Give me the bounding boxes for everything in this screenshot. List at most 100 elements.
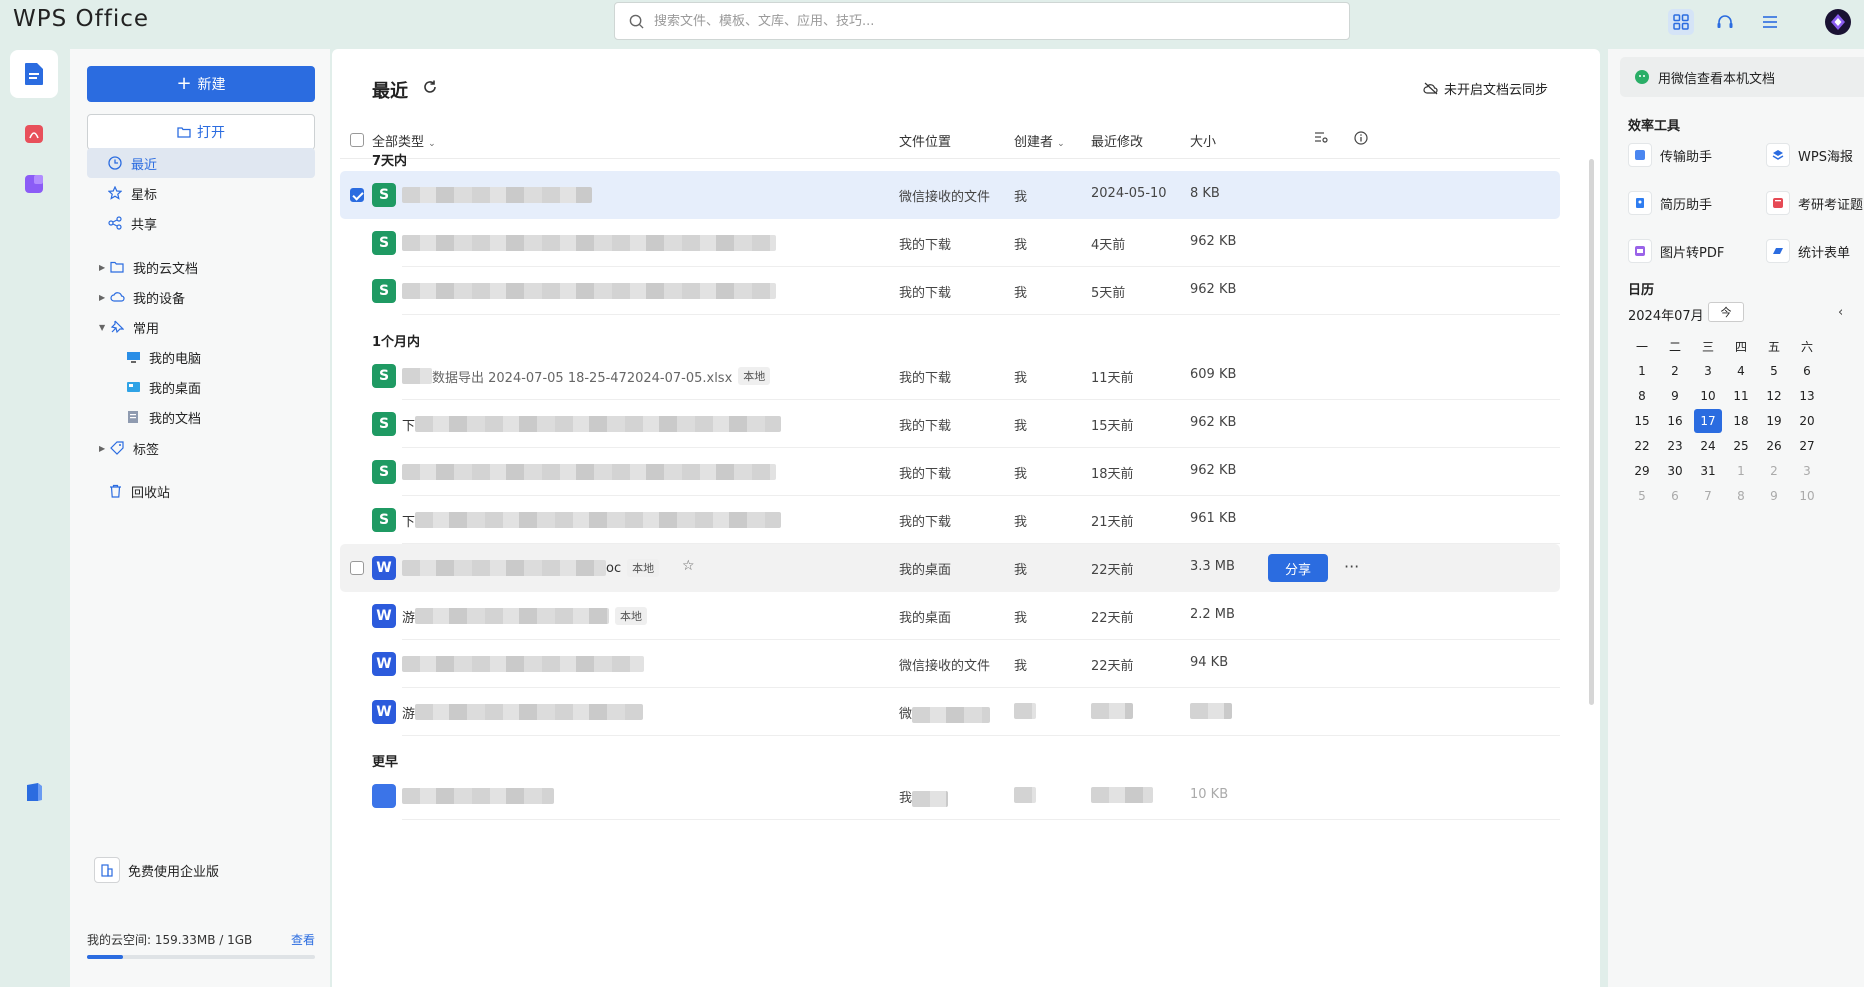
tool-resume[interactable]: 简历助手 [1628, 191, 1712, 215]
sidebar-item-starred[interactable]: 星标 [87, 178, 315, 208]
cloud-sync-status[interactable]: 未开启文档云同步 [1423, 79, 1548, 98]
table-row[interactable]: S 数据导出 2024-07-05 18-25-472024-07-05.xls… [340, 352, 1560, 400]
search-input[interactable] [654, 13, 1349, 29]
headset-icon[interactable] [1712, 9, 1738, 35]
info-icon[interactable] [1354, 131, 1368, 149]
sidebar-item-shared[interactable]: 共享 [87, 208, 315, 238]
star-icon[interactable]: ☆ [682, 558, 695, 574]
calendar-day[interactable]: 23 [1661, 434, 1689, 458]
type-filter-dropdown[interactable]: 全部类型 ⌄ [372, 131, 436, 150]
refresh-icon[interactable] [422, 79, 438, 100]
sidebar-item-tags[interactable]: ▶ 标签 [87, 433, 315, 463]
search-box[interactable] [614, 2, 1350, 40]
tool-exam[interactable]: 考研考证题 [1766, 191, 1863, 215]
calendar-day[interactable]: 13 [1793, 384, 1821, 408]
calendar-day[interactable]: 22 [1628, 434, 1656, 458]
calendar-day[interactable]: 15 [1628, 409, 1656, 433]
sidebar-item-my-computer[interactable]: 我的电脑 [87, 342, 315, 372]
calendar-day[interactable]: 5 [1760, 359, 1788, 383]
sidebar-item-trash[interactable]: 回收站 [87, 476, 315, 506]
calendar-day[interactable]: 6 [1793, 359, 1821, 383]
table-row[interactable]: S 微信接收的文件 我 2024-05-10 8 KB [340, 171, 1560, 219]
new-button[interactable]: + 新建 [87, 66, 315, 102]
calendar-day[interactable]: 2 [1760, 459, 1788, 483]
calendar-day[interactable]: 3 [1793, 459, 1821, 483]
share-button[interactable]: 分享 [1268, 554, 1328, 582]
sidebar-item-cloud-docs[interactable]: ▶ 我的云文档 [87, 252, 315, 282]
open-button[interactable]: 打开 [87, 114, 315, 150]
calendar-day[interactable]: 3 [1694, 359, 1722, 383]
calendar-day[interactable]: 18 [1727, 409, 1755, 433]
menu-icon[interactable] [1757, 9, 1783, 35]
sidebar-item-devices[interactable]: ▶ 我的设备 [87, 282, 315, 312]
table-row[interactable]: W 游 微 [340, 688, 1560, 736]
select-all-checkbox[interactable] [350, 133, 364, 147]
calendar-day[interactable]: 20 [1793, 409, 1821, 433]
calendar-day[interactable]: 10 [1694, 384, 1722, 408]
table-row[interactable]: W 游 本地 我的桌面 我 22天前 2.2 MB [340, 592, 1560, 640]
wechat-view-button[interactable]: 用微信查看本机文档 [1620, 57, 1864, 97]
table-row[interactable]: 我 10 KB [340, 772, 1560, 820]
more-options-icon[interactable]: ··· [1344, 557, 1359, 576]
calendar-day[interactable]: 1 [1727, 459, 1755, 483]
table-row[interactable]: W 微信接收的文件 我 22天前 94 KB [340, 640, 1560, 688]
enterprise-button[interactable]: 免费使用企业版 [94, 857, 219, 883]
calendar-day[interactable]: 27 [1793, 434, 1821, 458]
sidebar-item-documents[interactable]: 我的文档 [87, 402, 315, 432]
calendar-day[interactable]: 5 [1628, 484, 1656, 508]
calendar-day[interactable]: 12 [1760, 384, 1788, 408]
calendar-day[interactable]: 4 [1727, 359, 1755, 383]
calendar-day[interactable]: 1 [1628, 359, 1656, 383]
calendar-day[interactable]: 10 [1793, 484, 1821, 508]
column-size[interactable]: 大小 [1190, 131, 1216, 150]
expand-arrow-icon[interactable]: ▶ [99, 444, 105, 453]
grid-apps-icon[interactable] [1668, 9, 1694, 35]
tool-form[interactable]: 统计表单 [1766, 239, 1850, 263]
calendar-day[interactable]: 11 [1727, 384, 1755, 408]
avatar[interactable] [1825, 9, 1851, 35]
calendar-day[interactable]: 17 [1694, 409, 1722, 433]
calendar-day[interactable]: 16 [1661, 409, 1689, 433]
rail-docs-button[interactable] [10, 50, 58, 98]
row-checkbox[interactable] [350, 561, 364, 575]
tool-transfer[interactable]: 传输助手 [1628, 143, 1712, 167]
creator-filter-dropdown[interactable]: 创建者 ⌄ [1014, 131, 1065, 150]
rail-apps-button[interactable] [10, 160, 58, 208]
calendar-day[interactable]: 9 [1760, 484, 1788, 508]
scrollbar[interactable] [1589, 159, 1594, 705]
calendar-day[interactable]: 26 [1760, 434, 1788, 458]
calendar-day[interactable]: 7 [1694, 484, 1722, 508]
row-checkbox[interactable] [350, 188, 364, 202]
column-modified[interactable]: 最近修改 [1091, 131, 1143, 150]
calendar-day[interactable]: 2 [1661, 359, 1689, 383]
tool-image-to-pdf[interactable]: 图片转PDF [1628, 239, 1724, 263]
calendar-day[interactable]: 19 [1760, 409, 1788, 433]
table-row[interactable]: S 我的下载 我 5天前 962 KB [340, 267, 1560, 315]
storage-view-link[interactable]: 查看 [291, 931, 315, 948]
calendar-day[interactable]: 6 [1661, 484, 1689, 508]
calendar-day[interactable]: 31 [1694, 459, 1722, 483]
table-row[interactable]: S 下 我的下载 我 15天前 962 KB [340, 400, 1560, 448]
calendar-day[interactable]: 9 [1661, 384, 1689, 408]
expand-arrow-icon[interactable]: ▶ [99, 293, 105, 302]
chevron-left-icon[interactable]: ‹ [1838, 305, 1843, 320]
calendar-day[interactable]: 8 [1727, 484, 1755, 508]
rail-bottom-button[interactable] [10, 768, 58, 816]
table-row[interactable]: S 我的下载 我 4天前 962 KB [340, 219, 1560, 267]
calendar-day[interactable]: 8 [1628, 384, 1656, 408]
calendar-day[interactable]: 29 [1628, 459, 1656, 483]
calendar-day[interactable]: 30 [1661, 459, 1689, 483]
rail-pdf-button[interactable] [10, 110, 58, 158]
sidebar-item-common[interactable]: ▼ 常用 [87, 312, 315, 342]
table-row[interactable]: S 下 我的下载 我 21天前 961 KB [340, 496, 1560, 544]
table-row[interactable]: W oc 本地 ☆ 我的桌面 我 22天前 3.3 MB 分享 ··· [340, 544, 1560, 592]
sidebar-item-recent[interactable]: 最近 [87, 148, 315, 178]
calendar-day[interactable]: 25 [1727, 434, 1755, 458]
expand-arrow-icon[interactable]: ▶ [99, 263, 105, 272]
tool-poster[interactable]: WPS海报 [1766, 143, 1853, 167]
collapse-arrow-icon[interactable]: ▼ [99, 323, 105, 332]
view-settings-icon[interactable] [1314, 131, 1328, 147]
calendar-day[interactable]: 24 [1694, 434, 1722, 458]
sidebar-item-desktop[interactable]: 我的桌面 [87, 372, 315, 402]
table-row[interactable]: S 我的下载 我 18天前 962 KB [340, 448, 1560, 496]
